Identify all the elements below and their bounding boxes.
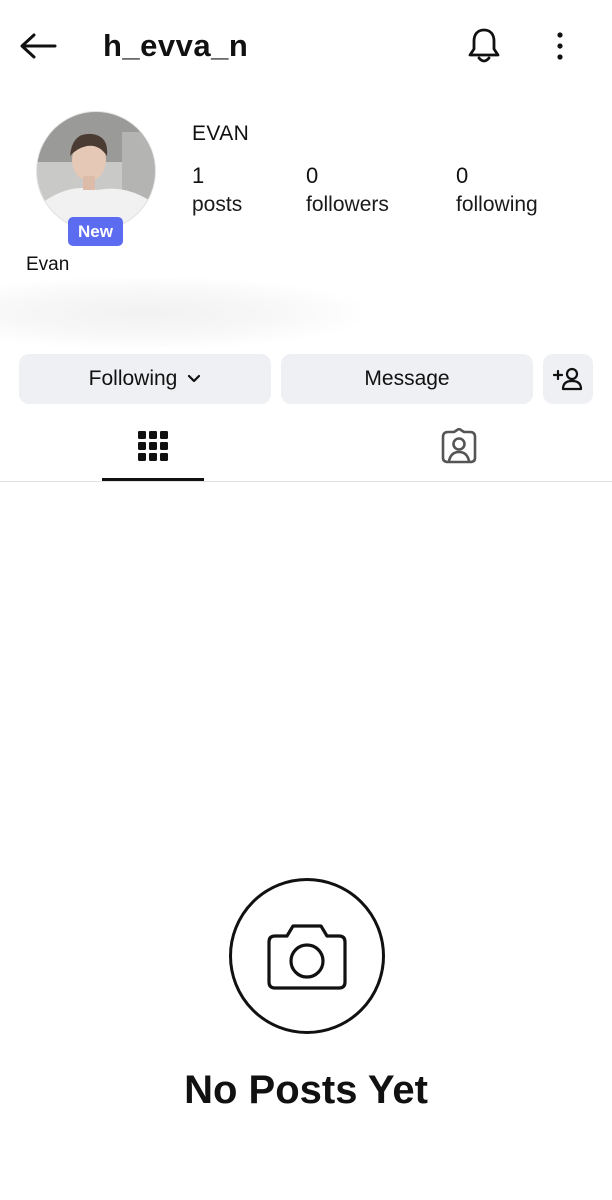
- following-button[interactable]: Following: [19, 354, 271, 404]
- chevron-down-icon: [188, 374, 201, 383]
- message-button[interactable]: Message: [281, 354, 533, 404]
- avatar-photo: [36, 111, 156, 231]
- new-badge: New: [68, 217, 123, 246]
- more-options-button[interactable]: [540, 22, 580, 70]
- add-user-icon: [553, 367, 583, 391]
- bell-icon: [468, 28, 500, 63]
- posts-count: 1: [192, 163, 205, 188]
- more-vertical-icon: [557, 32, 563, 60]
- empty-state-title: No Posts Yet: [184, 1068, 428, 1112]
- grid-icon: [138, 431, 168, 461]
- tab-grid[interactable]: [102, 410, 204, 482]
- empty-state-circle: [229, 878, 385, 1034]
- posts-label: posts: [192, 193, 243, 216]
- profile-username: h_evva_n: [103, 28, 249, 63]
- followers-label: followers: [306, 193, 389, 216]
- arrow-left-icon: [20, 33, 57, 59]
- following-stat[interactable]: 0 following: [456, 163, 538, 217]
- posts-stat[interactable]: 1 posts: [192, 163, 242, 217]
- followers-count: 0: [306, 163, 319, 188]
- notifications-button[interactable]: [460, 22, 508, 70]
- tagged-person-icon: [441, 428, 477, 464]
- camera-icon: [267, 924, 347, 990]
- following-label: following: [456, 193, 538, 216]
- following-count: 0: [456, 163, 469, 188]
- tab-tagged[interactable]: [408, 410, 510, 482]
- following-label: Following: [88, 367, 178, 390]
- display-name: EVAN: [192, 122, 250, 145]
- add-user-button[interactable]: [543, 354, 593, 404]
- bio-redacted: [0, 278, 360, 348]
- message-label: Message: [364, 367, 450, 390]
- followers-stat[interactable]: 0 followers: [306, 163, 389, 217]
- profile-avatar[interactable]: [36, 111, 156, 231]
- back-button[interactable]: [14, 26, 62, 66]
- bio-name: Evan: [26, 254, 70, 275]
- tabs-divider: [0, 481, 612, 482]
